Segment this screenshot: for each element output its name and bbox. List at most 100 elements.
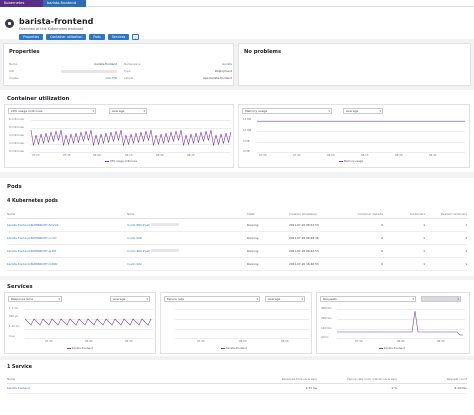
service-request-count: 6.14/min: [397, 383, 467, 394]
pod-node-link[interactable]: ln-sdc-984-9ywri: [127, 249, 150, 253]
memory-metric-select[interactable]: Memory usage ▾: [242, 108, 332, 114]
memory-xtick: 08:15: [361, 154, 369, 157]
col-desired[interactable]: Desired containers: [425, 211, 467, 219]
memory-legend: Memory usage: [339, 160, 363, 163]
pod-restarts: 0: [341, 218, 383, 232]
pod-restarts: 0: [341, 231, 383, 245]
pod-containers: 1: [383, 244, 425, 258]
problems-panel: No problems: [238, 43, 471, 86]
response-time-agg-select[interactable]: Average ▾: [110, 296, 150, 302]
col-service-name[interactable]: Name: [7, 376, 247, 384]
cpu-ytick: 8 millicores: [9, 118, 24, 121]
pod-created: 2021-07-20 08:42:53: [289, 244, 341, 258]
col-request-count[interactable]: Request count: [397, 376, 467, 384]
pod-name-link[interactable]: barista-frontend-6b8866b9f7-fshxwb: [7, 218, 127, 232]
prop-labels-key: Labels: [124, 76, 134, 80]
failure-rate-legend-label: barista-frontend: [225, 347, 247, 350]
pod-containers: 1: [383, 218, 425, 232]
tab-pods[interactable]: Pods: [89, 34, 105, 40]
legend-swatch: [105, 160, 109, 162]
requests-metric-select[interactable]: Requests ▾: [320, 296, 416, 302]
col-containers[interactable]: Containers: [383, 211, 425, 219]
cpu-ytick: 6 millicores: [9, 126, 24, 129]
gridline: [257, 152, 465, 153]
memory-xtick: 08:45: [429, 154, 437, 157]
col-creation[interactable]: Creation timestamp: [289, 211, 341, 219]
prop-name-key: Name: [9, 62, 18, 66]
chevron-down-icon: ▾: [412, 297, 414, 301]
requests-ytick: 0/min: [321, 336, 329, 339]
col-response-time[interactable]: Response time (Average): [247, 376, 317, 384]
gridline: [175, 329, 309, 330]
response-time-metric-select[interactable]: Response time ▾: [8, 296, 62, 302]
memory-xtick: 08:00: [327, 154, 335, 157]
breadcrumb-item-current[interactable]: barista-frontend: [43, 0, 86, 7]
col-name[interactable]: Name: [7, 211, 127, 219]
series-line: [24, 318, 152, 326]
page-header: barista-frontend Overview of this Kubern…: [0, 7, 474, 40]
response-time-ytick: 1.7 ms: [9, 307, 18, 310]
tab-services[interactable]: Services: [107, 34, 130, 40]
col-node[interactable]: Node: [127, 211, 247, 219]
requests-xtick: 08:00: [397, 340, 405, 343]
pod-state: Running: [247, 244, 289, 258]
cpu-chart-card: CPU usage millicores ▾ Average ▾ 8 millico…: [4, 104, 234, 168]
failure-rate-chart-card: Failure rate ▾ Average ▾ 07:30 08:00 08:30…: [160, 292, 312, 354]
prop-namespace-link[interactable]: barista: [174, 62, 232, 66]
pod-desired: 1: [425, 231, 467, 245]
chevron-down-icon: ▾: [457, 297, 459, 301]
requests-chart-card: Requests ▾ ▾ 300/min 200/min 100/min 0/mi…: [316, 292, 470, 354]
legend-swatch: [67, 347, 71, 349]
table-row: barista-frontend 2.73 ms 0 % 6.14/min: [7, 383, 467, 394]
service-name-link[interactable]: barista-frontend: [7, 383, 247, 394]
pod-node-link[interactable]: ln-sdc-922: [127, 262, 142, 266]
tab-container-utilization[interactable]: Container utilization: [46, 34, 87, 40]
pod-name-link[interactable]: barista-frontend-6b8866b9f7-m49lk: [7, 257, 127, 271]
gridline: [175, 338, 309, 339]
cpu-ytick: 0 millicores: [9, 150, 24, 153]
chevron-down-icon[interactable]: ⌄: [132, 34, 140, 40]
col-failure-rate[interactable]: Failure rate (only critical) (Average): [317, 376, 397, 384]
failure-rate-metric-label: Failure rate: [167, 297, 184, 301]
memory-agg-select[interactable]: Average ▾: [343, 108, 383, 114]
prop-labels-value: app:barista-frontend: [203, 76, 232, 80]
failure-rate-agg-select[interactable]: Average ▾: [265, 296, 305, 302]
requests-ytick: 100/min: [321, 327, 332, 330]
failure-rate-metric-select[interactable]: Failure rate ▾: [164, 296, 260, 302]
pod-state: Running: [247, 257, 289, 271]
pod-name-link[interactable]: barista-frontend-6b8866b9f7-gr4ht: [7, 244, 127, 258]
pod-node-link[interactable]: ln-sdc-984-9ywri: [127, 223, 150, 227]
pod-name-link[interactable]: barista-frontend-6b8866b9f7-ccr4d: [7, 231, 127, 245]
cpu-metric-select[interactable]: CPU usage millicores ▾: [8, 108, 96, 114]
chevron-down-icon: ▾: [92, 109, 94, 113]
memory-ytick: 0 MB: [243, 150, 250, 153]
cpu-metric-label: CPU usage millicores: [11, 109, 43, 113]
pod-node-link[interactable]: ln-sdc-920: [127, 236, 142, 240]
col-restarts[interactable]: Container restarts: [341, 211, 383, 219]
prop-cluster-link[interactable]: cmk-TWI: [59, 76, 117, 80]
table-row: barista-frontend-6b8866b9f7-m49lk ln-sdc…: [7, 257, 467, 271]
redacted-value: [151, 223, 180, 226]
cpu-agg-select[interactable]: Average ▾: [109, 108, 147, 114]
cpu-xtick: 08:00: [93, 154, 101, 157]
memory-chart-card: Memory usage ▾ Average ▾ 13 MB 10 MB 5 MB …: [238, 104, 470, 168]
response-time-chart-card: Response time ▾ Average ▾ 1.7 ms 500 µs 1.…: [4, 292, 156, 354]
memory-usage-series: [257, 121, 465, 122]
tab-properties[interactable]: Properties: [19, 34, 44, 40]
chevron-down-icon: ▾: [256, 297, 258, 301]
requests-ytick: 300/min: [321, 307, 332, 310]
cpu-xtick: 08:45: [187, 154, 195, 157]
services-section: Services Response time ▾ Average ▾ 1.7 ms …: [0, 280, 474, 356]
response-time-ytick: 500 µs: [9, 315, 18, 318]
cpu-xtick: 08:30: [156, 154, 164, 157]
memory-ytick: 5 MB: [243, 140, 250, 143]
pod-created: 2021-07-20 08:48:36: [289, 231, 341, 245]
service-count-title: 1 Service: [7, 365, 32, 370]
prop-name-value: barista-frontend: [94, 62, 117, 66]
breadcrumb-item-workloads[interactable]: Kubernetes workloads: [0, 0, 44, 12]
col-state[interactable]: State: [247, 211, 289, 219]
service-failure-rate: 0 %: [317, 383, 397, 394]
container-utilization-title: Container utilization: [7, 96, 70, 102]
failure-rate-legend: barista-frontend: [221, 347, 247, 350]
prop-uid-key: UID: [9, 69, 15, 73]
